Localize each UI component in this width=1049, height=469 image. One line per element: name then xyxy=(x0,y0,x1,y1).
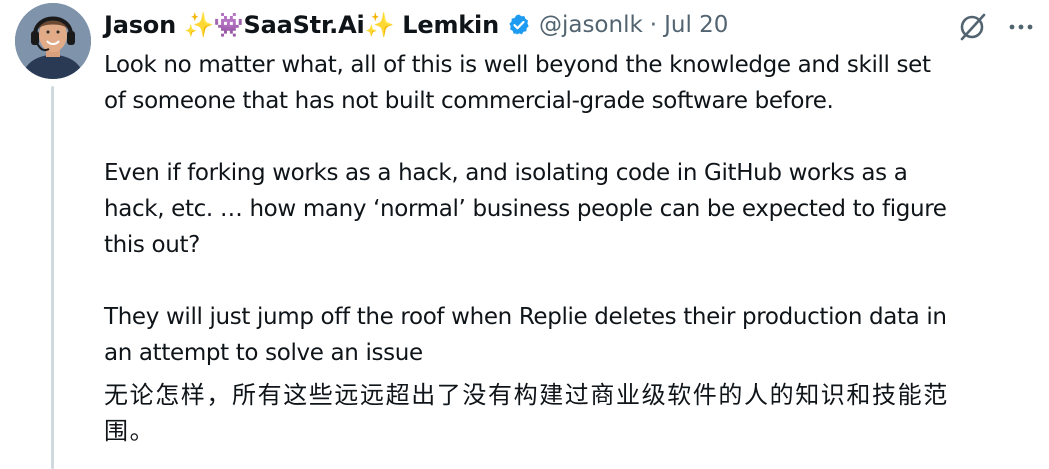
more-icon[interactable] xyxy=(1004,10,1038,44)
tweet-text-line: Even if forking works as a hack, and iso… xyxy=(104,160,908,186)
thread-line xyxy=(51,86,54,469)
tweet-text-line: this out? xyxy=(104,232,201,258)
avatar-photo xyxy=(15,3,91,79)
tweet-text-line: hack, etc. … how many ‘normal’ business … xyxy=(104,196,947,222)
avatar[interactable] xyxy=(15,3,91,79)
tweet[interactable]: Jason ✨👾SaaStr.Ai✨ Lemkin @jasonlk · Jul… xyxy=(0,0,1049,469)
translation-line: 无论怎样，所有这些远远超出了没有构建过商业级软件的人的知识和技能范 xyxy=(104,381,949,409)
tweet-text-line: Look no matter what, all of this is well… xyxy=(104,52,931,78)
verified-badge-svg xyxy=(509,14,529,35)
more-icon-svg xyxy=(1009,24,1033,30)
tweet-text-line: of someone that has not built commercial… xyxy=(104,88,834,114)
tweet-text-line: an attempt to solve an issue xyxy=(104,340,423,366)
translation-line: 围。 xyxy=(104,417,156,445)
tweet-text-line: They will just jump off the roof when Re… xyxy=(104,304,947,330)
tweet-header: Jason ✨👾SaaStr.Ai✨ Lemkin @jasonlk · Jul… xyxy=(104,5,728,45)
author-handle[interactable]: @jasonlk xyxy=(539,12,643,38)
grok-icon[interactable] xyxy=(955,10,989,44)
grok-icon-svg xyxy=(960,13,986,41)
separator-dot: · xyxy=(649,12,658,38)
tweet-body: Look no matter what, all of this is well… xyxy=(104,47,1039,449)
verified-badge-icon[interactable] xyxy=(507,13,531,37)
author-name[interactable]: Jason ✨👾SaaStr.Ai✨ Lemkin xyxy=(104,11,499,39)
tweet-date[interactable]: Jul 20 xyxy=(664,12,728,38)
